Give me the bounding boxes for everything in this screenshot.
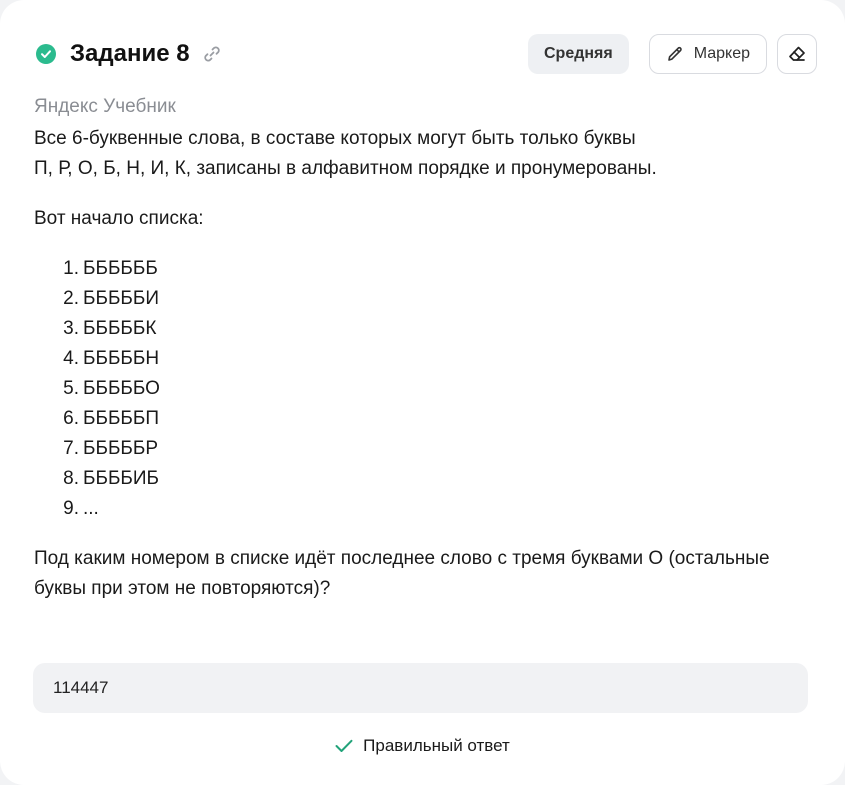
- header-actions: Средняя Маркер: [528, 34, 817, 74]
- question-line-2: буквы при этом не повторяются)?: [34, 578, 331, 599]
- answer-field[interactable]: 114447: [33, 663, 808, 713]
- list-item: 1. ББББББ: [63, 258, 158, 279]
- list-item: 9....: [63, 498, 99, 519]
- answer-value: 114447: [53, 678, 109, 697]
- list-item: 5. БББББО: [63, 378, 160, 399]
- eraser-icon: [787, 44, 807, 64]
- marker-label: Маркер: [693, 45, 750, 62]
- list-item: 7. БББББР: [63, 438, 159, 459]
- difficulty-badge: Средняя: [528, 34, 629, 74]
- eraser-button[interactable]: [777, 34, 817, 74]
- task-title: Задание 8: [70, 40, 190, 67]
- result-text: Правильный ответ: [363, 736, 510, 755]
- list-item: 2. БББББИ: [63, 288, 159, 309]
- intro-line-1: Все 6-буквенные слова, в составе которых…: [34, 128, 636, 149]
- question-line-1: Под каким номером в списке идёт последне…: [34, 548, 770, 569]
- list-item: 6. БББББП: [63, 408, 159, 429]
- link-icon[interactable]: [202, 44, 222, 64]
- marker-button[interactable]: Маркер: [648, 34, 767, 74]
- checkmark-icon: [335, 739, 353, 753]
- task-header: Задание 8 Средняя Маркер: [36, 34, 817, 74]
- intro-line-2: П, Р, О, Б, Н, И, К, записаны в алфавитн…: [34, 158, 657, 179]
- list-item: 8. ББББИБ: [63, 468, 159, 489]
- list-item: 4. БББББН: [63, 348, 160, 369]
- word-list: 1. ББББББ 2. БББББИ 3. БББББК 4. БББББН 5. ББ…: [34, 254, 824, 524]
- task-body: Все 6-буквенные слова, в составе которых…: [34, 124, 824, 604]
- check-circle-icon: [36, 44, 56, 64]
- list-intro: Вот начало списка:: [34, 208, 204, 229]
- list-item: 3. БББББК: [63, 318, 157, 339]
- task-source: Яндекс Учебник: [34, 96, 176, 117]
- task-card: Задание 8 Средняя Маркер Яндекс Учебник …: [0, 0, 845, 785]
- result-message: Правильный ответ: [0, 733, 845, 759]
- pencil-icon: [666, 45, 684, 63]
